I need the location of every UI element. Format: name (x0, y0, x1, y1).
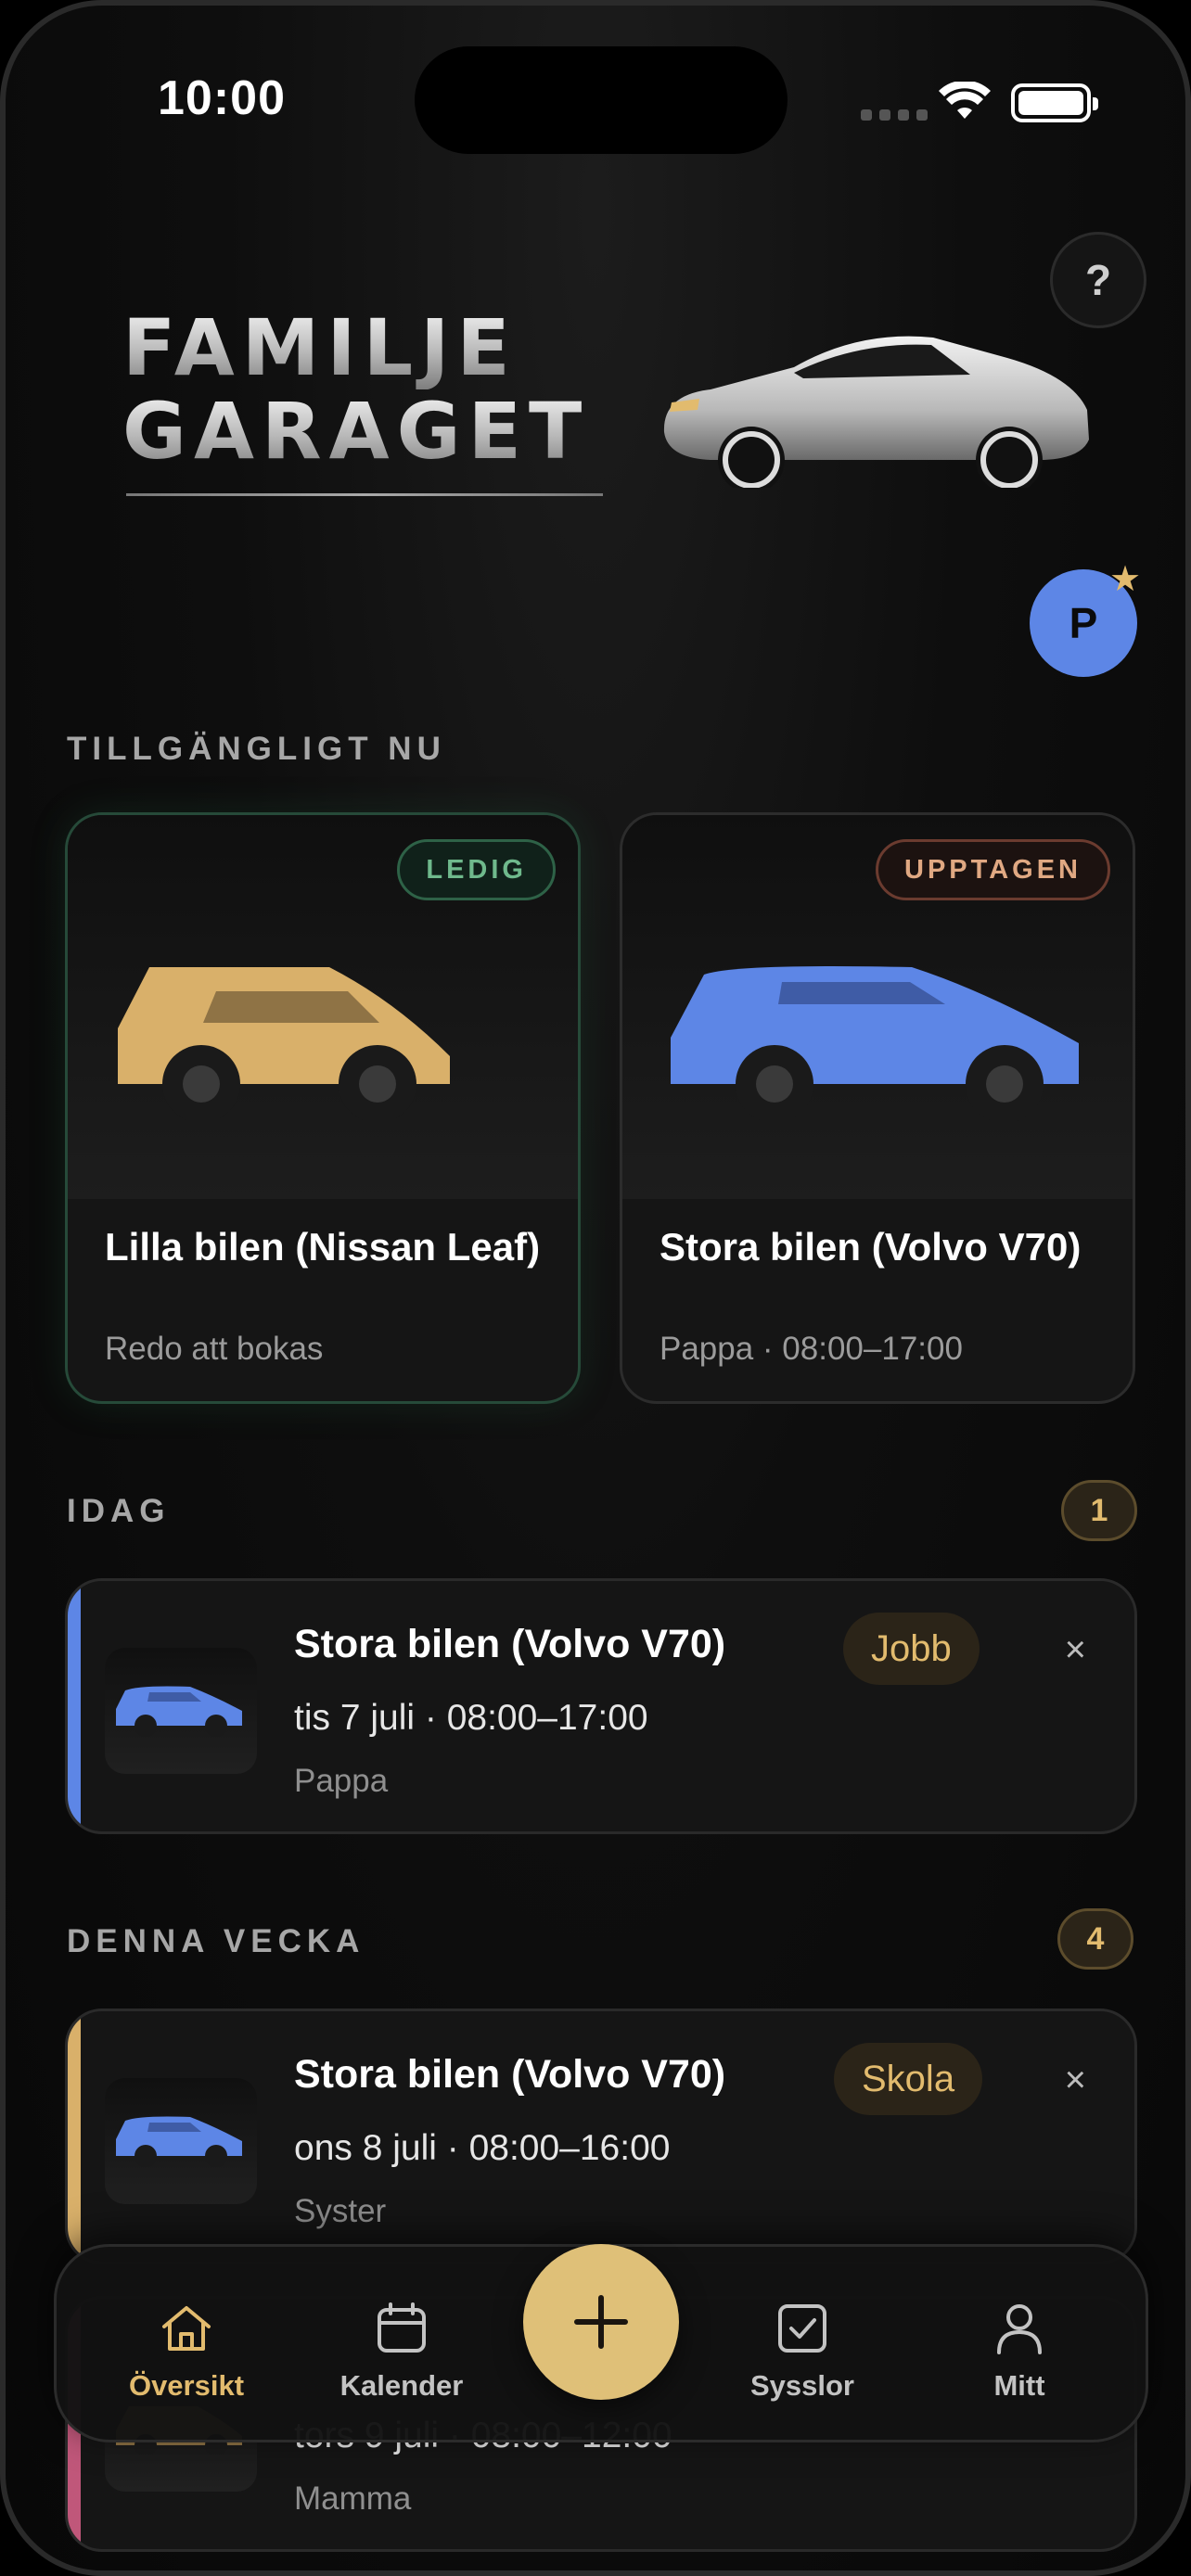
user-icon (997, 2304, 1042, 2354)
app-logo: FAMILJE GARAGET (122, 306, 605, 473)
car-name: Stora bilen (Volvo V70) (660, 1225, 1082, 1269)
booking-time: tis 7 juli · 08:00–17:00 (294, 1698, 648, 1738)
booking-card[interactable]: Stora bilen (Volvo V70) Skola × ons 8 ju… (65, 2009, 1137, 2264)
status-badge-busy: UPPTAGEN (876, 839, 1110, 900)
logo-divider (126, 493, 603, 496)
add-booking-button[interactable] (523, 2244, 679, 2400)
blue-car-icon (116, 1686, 242, 1737)
status-time: 10:00 (158, 71, 286, 125)
battery-icon (1011, 83, 1098, 122)
blue-car-icon (671, 966, 1079, 1121)
available-section-title: TILLGÄNGLIGT NU (67, 731, 446, 767)
booking-person: Syster (294, 2193, 387, 2229)
nav-item-chores[interactable]: Sysslor (710, 2299, 895, 2403)
nav-label: Översikt (128, 2369, 245, 2402)
nav-item-mine[interactable]: Mitt (927, 2299, 1112, 2403)
checkbox-icon (778, 2304, 826, 2353)
today-count-badge: 1 (1061, 1480, 1137, 1541)
nav-item-calendar[interactable]: Kalender (309, 2299, 494, 2403)
today-section-title: IDAG (67, 1493, 171, 1529)
dynamic-island (415, 46, 788, 154)
phone-frame: 10:00 ? FAMILJE GARAGET P ★ TILLGÄNGLIGT… (0, 0, 1191, 2576)
status-badge-free: LEDIG (397, 839, 556, 900)
car-card-large[interactable]: UPPTAGEN Stora bilen (Volvo V70) Pappa ·… (620, 812, 1135, 1404)
close-icon[interactable]: × (1065, 2060, 1086, 2101)
booking-card[interactable]: Stora bilen (Volvo V70) Jobb × tis 7 jul… (65, 1578, 1137, 1834)
week-count-badge: 4 (1057, 1908, 1133, 1970)
booking-tag: Jobb (843, 1613, 980, 1685)
close-icon[interactable]: × (1065, 1629, 1086, 1671)
booking-car-thumbnail (105, 2078, 257, 2204)
booking-person: Pappa (294, 1763, 389, 1799)
car-subtitle: Redo att bokas (105, 1331, 324, 1367)
logo-line-2: GARAGET (122, 389, 605, 473)
yellow-car-icon (118, 967, 450, 1121)
booking-title: Stora bilen (Volvo V70) (294, 2052, 726, 2097)
help-button[interactable]: ? (1050, 232, 1146, 328)
booking-tag: Skola (834, 2043, 983, 2115)
star-icon: ★ (1109, 560, 1142, 599)
calendar-icon (378, 2302, 426, 2353)
hero-car-illustration (663, 336, 1089, 488)
plus-icon (574, 2295, 628, 2349)
booking-time: ons 8 juli · 08:00–16:00 (294, 2128, 671, 2168)
booking-person: Mamma (294, 2480, 412, 2517)
booking-car-thumbnail (105, 1648, 257, 1774)
car-card-small[interactable]: LEDIG Lilla bilen (Nissan Leaf) Redo att… (65, 812, 581, 1404)
nav-label: Kalender (339, 2369, 464, 2402)
logo-line-1: FAMILJE (122, 306, 605, 389)
booking-accent-bar (68, 1581, 81, 1831)
home-icon (162, 2306, 211, 2351)
app-screen: 10:00 ? FAMILJE GARAGET P ★ TILLGÄNGLIGT… (0, 0, 1191, 2576)
booking-accent-bar (68, 2011, 81, 2262)
nav-label: Sysslor (749, 2369, 854, 2402)
car-subtitle: Pappa · 08:00–17:00 (660, 1331, 963, 1367)
nav-item-overview[interactable]: Översikt (94, 2299, 279, 2403)
cellular-signal-icon (861, 109, 928, 121)
car-name: Lilla bilen (Nissan Leaf) (105, 1225, 541, 1269)
booking-title: Stora bilen (Volvo V70) (294, 1622, 726, 1666)
week-section-title: DENNA VECKA (67, 1923, 365, 1959)
nav-label: Mitt (993, 2369, 1045, 2402)
wifi-icon (939, 82, 991, 119)
blue-car-icon (116, 2116, 242, 2167)
